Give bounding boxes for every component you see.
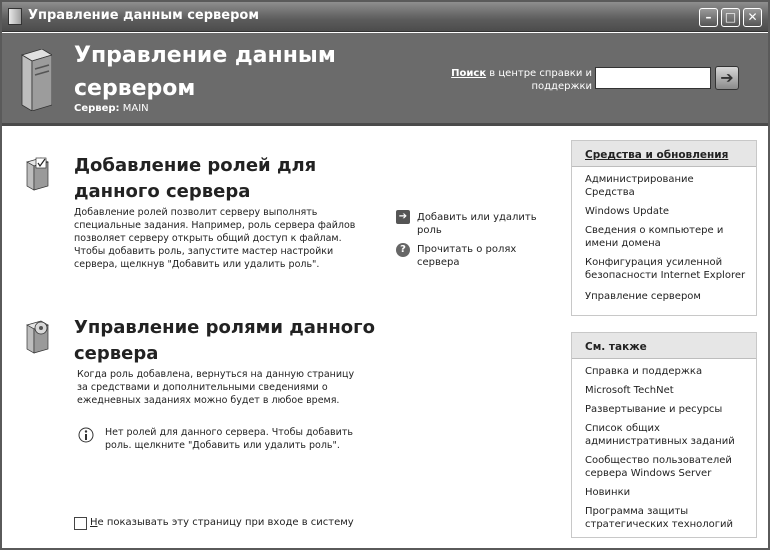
manage-roles-title: Управление ролями данного сервера [74,317,375,364]
see-also-item-admin-tasks[interactable]: Список общих административных заданий [572,422,756,448]
title-bar[interactable]: Управление данным сервером – □ ✕ [2,2,768,32]
see-also-item-community[interactable]: Сообщество пользователей сервера Windows… [572,454,756,480]
manage-roles-icon [26,320,49,354]
read-about-roles-link[interactable]: Прочитать о ролях сервера [417,243,537,269]
main-content: Добавление ролей для данного сервера Доб… [2,129,768,548]
see-also-item-whats-new[interactable]: Новинки [572,486,756,499]
see-also-panel: См. также Справка и поддержка Microsoft … [571,332,757,538]
header-banner: Управление данным сервером Сервер: MAIN … [2,33,768,126]
page-title: Управление данным сервером [74,43,336,101]
search-go-button[interactable]: ➔ [715,66,739,90]
add-roles-description: Добавление ролей позволит серверу выполн… [74,207,356,270]
app-window: Управление данным сервером – □ ✕ Управле… [0,0,770,550]
see-also-item-help[interactable]: Справка и поддержка [572,365,756,378]
see-also-item-deployment[interactable]: Развертывание и ресурсы [572,403,756,416]
server-info: Сервер: MAIN [74,103,149,114]
close-button[interactable]: ✕ [743,8,762,27]
minimize-button[interactable]: – [699,8,718,27]
tools-panel-title: Средства и обновления [572,141,756,167]
see-also-item-security-program[interactable]: Программа защиты стратегических технолог… [572,505,756,531]
window-title: Управление данным сервером [28,8,259,23]
search-caption-text: в центре справки и поддержки [486,68,592,92]
see-also-item-technet[interactable]: Microsoft TechNet [572,384,756,397]
tools-item-server-management[interactable]: Управление сервером [572,290,756,303]
search-caption: Поиск в центре справки и поддержки [442,67,592,93]
see-also-panel-title: См. также [572,333,756,359]
tools-updates-panel: Средства и обновления Администрирование … [571,140,757,316]
dont-show-checkbox[interactable] [74,517,87,530]
dont-show-label[interactable]: Не показывать эту страницу при входе в с… [90,517,354,528]
tools-item-ie-security[interactable]: Конфигурация усиленной безопасности Inte… [572,256,756,282]
help-icon[interactable]: ? [396,243,410,257]
add-roles-title: Добавление ролей для данного сервера [74,155,317,202]
no-roles-info: Нет ролей для данного сервера. Чтобы доб… [105,427,353,451]
server-label: Сервер: [74,103,120,114]
maximize-button[interactable]: □ [721,8,740,27]
add-roles-icon [26,157,49,191]
server-tower-icon [21,49,52,111]
search-input[interactable] [595,67,711,89]
manage-roles-description: Когда роль добавлена, вернуться на данну… [77,369,355,406]
tools-item-admin[interactable]: Администрирование Средства [572,173,712,199]
server-name: MAIN [122,103,149,114]
add-remove-role-link[interactable]: Добавить или удалить роль [417,211,542,237]
info-icon [78,427,94,443]
arrow-right-icon[interactable]: ➔ [396,210,410,224]
tools-item-windows-update[interactable]: Windows Update [572,205,756,218]
search-link[interactable]: Поиск [451,68,486,79]
tools-item-computer-info[interactable]: Сведения о компьютере и имени домена [572,224,756,250]
server-app-icon [8,8,22,25]
